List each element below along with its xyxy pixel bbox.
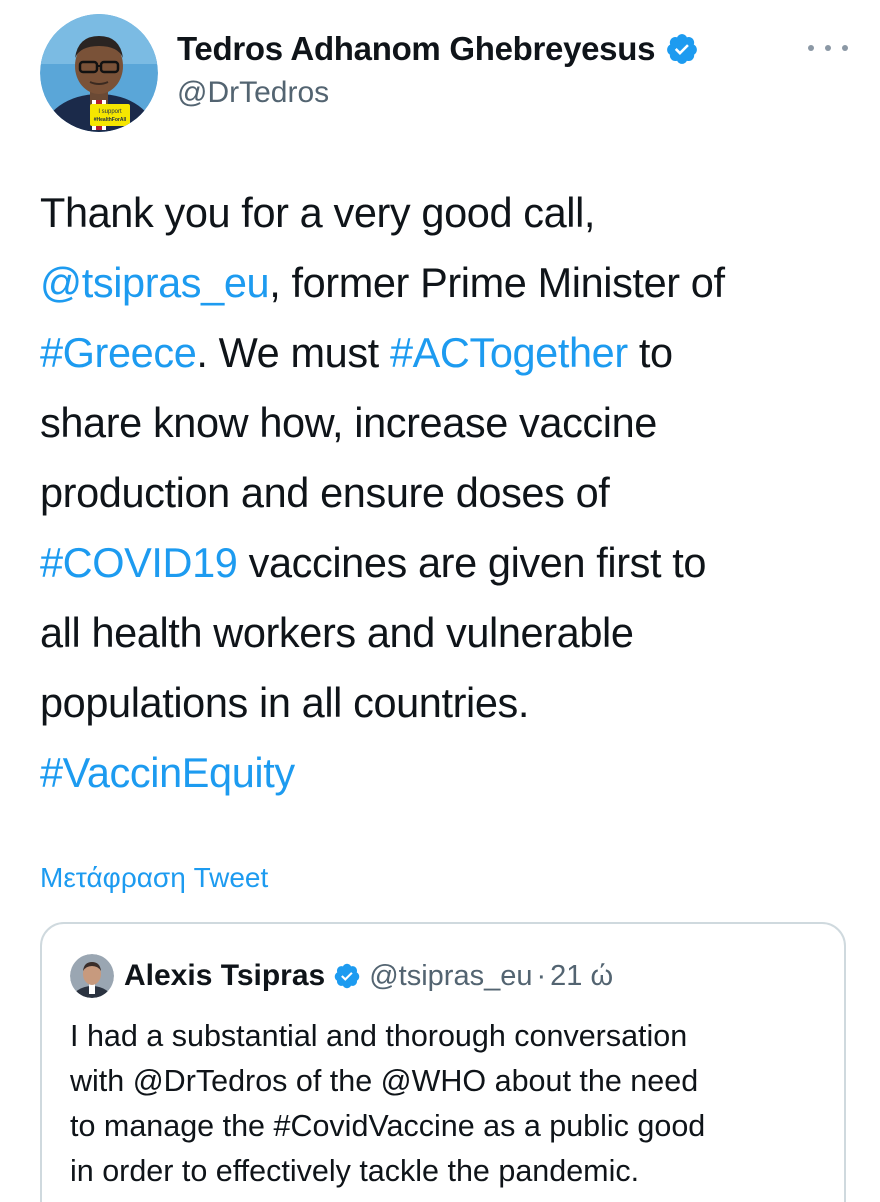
author-handle[interactable]: @DrTedros — [177, 76, 329, 110]
tweet-text-line: all health workers and vulnerable — [40, 598, 860, 668]
quoted-timestamp[interactable]: 21 ώ — [550, 960, 613, 993]
quoted-author-name[interactable]: Alexis Tsipras — [124, 959, 325, 993]
avatar-badge-line2: #HealthForAll — [94, 117, 127, 123]
verified-badge-icon — [665, 32, 699, 66]
quoted-separator: · — [536, 959, 547, 992]
tweet-text-line: share know how, increase vaccine — [40, 388, 860, 458]
tweet-text-line: #COVID19 vaccines are given first to — [40, 528, 860, 598]
author-avatar-image: I support #HealthForAll — [40, 14, 158, 132]
tweet-text-line: #Greece. We must #ACTogether to — [40, 318, 860, 388]
tweet-text-segment: populations in all countries. — [40, 679, 530, 726]
quoted-author-handle[interactable]: @tsipras_eu — [369, 960, 532, 993]
avatar-badge-line1: I support — [98, 109, 122, 115]
quoted-author-avatar-image — [70, 954, 114, 998]
hashtag-link[interactable]: #Greece — [40, 329, 197, 376]
tweet-text-segment: Thank you for a very good call, — [40, 189, 596, 236]
quoted-author-avatar[interactable] — [70, 954, 114, 998]
tweet-page: I support #HealthForAll Tedros Adhanom G… — [0, 0, 880, 1202]
author-avatar[interactable]: I support #HealthForAll — [40, 14, 158, 132]
tweet-text-segment: share know how, increase vaccine — [40, 399, 657, 446]
tweet-text-line: Thank you for a very good call, — [40, 178, 860, 248]
translate-tweet-link[interactable]: Μετάφραση Tweet — [40, 862, 268, 894]
tweet-text-line: @tsipras_eu, former Prime Minister of — [40, 248, 860, 318]
quoted-tweet-line: to manage the #CovidVaccine as a public … — [70, 1109, 706, 1143]
tweet-text-segment: production and ensure doses of — [40, 469, 610, 516]
tweet-text-line: production and ensure doses of — [40, 458, 860, 528]
tweet-text-segment: , former Prime Minister of — [269, 259, 725, 306]
quoted-tweet-line: I had a substantial and thorough convers… — [70, 1019, 688, 1053]
tweet-text-segment: all health workers and vulnerable — [40, 609, 634, 656]
quoted-verified-badge-icon — [333, 962, 361, 990]
hashtag-link[interactable]: #ACTogether — [390, 329, 628, 376]
mention-link[interactable]: @tsipras_eu — [40, 259, 270, 306]
quoted-tweet-line: with @DrTedros of the @WHO about the nee… — [70, 1064, 699, 1098]
more-horizontal-icon[interactable] — [808, 36, 848, 60]
quoted-tweet-header: Alexis Tsipras @tsipras_eu · 21 ώ — [70, 954, 613, 998]
hashtag-link[interactable]: #VaccinEquity — [40, 749, 295, 796]
tweet-text-segment: to — [627, 329, 673, 376]
quoted-tweet-text: I had a substantial and thorough convers… — [70, 1014, 830, 1194]
tweet-text-line: populations in all countries. — [40, 668, 860, 738]
tweet-text-line: #VaccinEquity — [40, 738, 860, 808]
hashtag-link[interactable]: #COVID19 — [40, 539, 238, 586]
quoted-tweet-line: in order to effectively tackle the pande… — [70, 1154, 640, 1188]
quoted-tweet-card[interactable]: Alexis Tsipras @tsipras_eu · 21 ώ I had … — [40, 922, 846, 1202]
author-name-text: Tedros Adhanom Ghebreyesus — [177, 30, 656, 67]
tweet-text-segment: . We must — [196, 329, 390, 376]
author-name[interactable]: Tedros Adhanom Ghebreyesus — [177, 30, 699, 68]
tweet-text-segment: vaccines are given first to — [237, 539, 707, 586]
tweet-text: Thank you for a very good call, @tsipras_… — [40, 178, 860, 808]
